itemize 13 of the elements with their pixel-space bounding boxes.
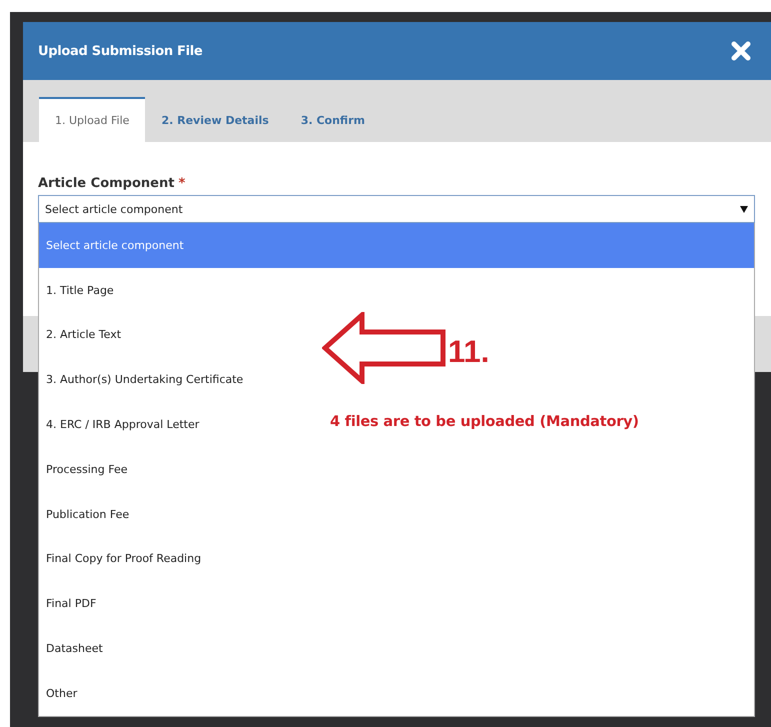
- tab[interactable]: 2. Review Details: [145, 97, 285, 142]
- dialog-title: Upload Submission File: [38, 44, 202, 58]
- component-select[interactable]: Select article component: [38, 195, 755, 223]
- caret-icon: [740, 206, 748, 212]
- field-label: Article Component: [38, 176, 174, 191]
- close-icon[interactable]: [731, 41, 751, 61]
- annotation-note: 4 files are to be uploaded (Mandatory): [330, 414, 639, 430]
- required-mark: *: [178, 176, 186, 191]
- dropdown-option[interactable]: Select article component: [39, 223, 754, 268]
- tab[interactable]: 3. Confirm: [284, 97, 381, 142]
- step-number: 11.: [448, 334, 490, 370]
- tab[interactable]: 1. Upload File: [39, 97, 146, 142]
- arrow-icon: [322, 312, 446, 384]
